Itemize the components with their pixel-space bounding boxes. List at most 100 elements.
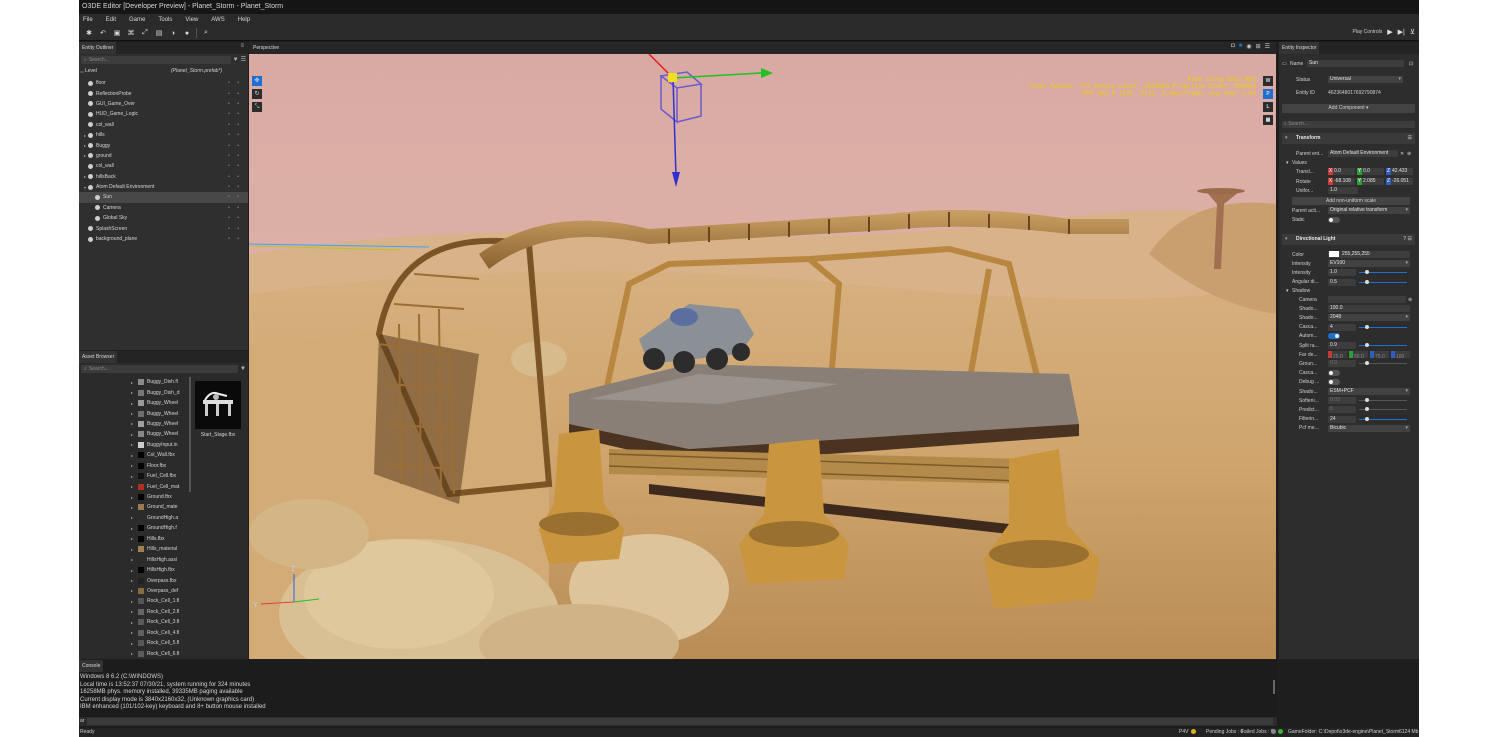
outliner-item[interactable]: ▸ Buggy • • <box>79 140 248 150</box>
expand-arrow-icon[interactable]: ▸ <box>131 474 138 479</box>
asset-item[interactable]: ▸ Hills.fbx <box>131 534 188 544</box>
transform-header[interactable]: ▾ Transform ☰ <box>1282 133 1415 144</box>
far-depth-field[interactable]: 50.0 <box>1349 351 1368 360</box>
expand-arrow-icon[interactable]: ▸ <box>131 401 138 406</box>
expand-arrow-icon[interactable]: ▸ <box>131 599 138 604</box>
visibility-lock-icons[interactable]: • • <box>228 163 242 169</box>
undo-icon[interactable]: ↶ <box>98 28 108 38</box>
uniform-scale-field[interactable]: 1.0 <box>1328 187 1358 194</box>
property-slider[interactable] <box>1359 324 1407 329</box>
property-value[interactable]: 0.03 <box>1328 397 1356 405</box>
asset-item[interactable]: ▸ Buggy_Wheel <box>131 408 188 418</box>
asset-item[interactable]: ▸ Rock_Cell_2.fl <box>131 607 188 617</box>
console-scrollbar[interactable] <box>1273 680 1275 694</box>
expand-arrow-icon[interactable]: ▸ <box>131 515 138 520</box>
outliner-item[interactable]: ▸ hills • • <box>79 130 248 140</box>
translate-x-field[interactable]: X 0.0 <box>1328 168 1355 175</box>
component-search-input[interactable]: ⌕ Search... <box>1282 121 1415 128</box>
asset-item[interactable]: ▸ Buggy_Dish.fl <box>131 377 188 387</box>
asset-item[interactable]: ▸ Buggy_Dish_d <box>131 387 188 397</box>
property-slider[interactable] <box>1359 416 1407 421</box>
parent-activation-select[interactable]: Original relative transform <box>1328 207 1410 214</box>
property-slider[interactable] <box>1359 343 1407 347</box>
rotate-tool-icon[interactable]: ↻ <box>252 89 262 99</box>
clear-icon[interactable]: ✕ <box>1400 151 1404 157</box>
outliner-item[interactable]: GUI_Game_Over • • <box>79 99 248 109</box>
menu-view[interactable]: View <box>185 17 198 23</box>
perspective-viewport[interactable]: Perspective ◘ ■ ◉ ⊞ ☰ Z X Y Atom using D… <box>249 42 1276 659</box>
rotate-y-field[interactable]: Y 2.085 <box>1357 178 1384 185</box>
property-slider[interactable] <box>1359 361 1407 366</box>
expand-arrow-icon[interactable]: ▸ <box>131 547 138 552</box>
property-value[interactable]: Bicubic <box>1328 424 1410 432</box>
asset-item[interactable]: ▸ Rock_Cell_5.fl <box>131 638 188 648</box>
source-control-icon[interactable] <box>1191 728 1196 737</box>
grid-icon[interactable]: ⊞ <box>1256 43 1261 50</box>
landscape-icon[interactable]: ▤ <box>154 28 164 38</box>
visibility-lock-icons[interactable]: • • <box>228 226 242 232</box>
color-swatch[interactable] <box>1329 251 1339 257</box>
property-value[interactable]: EV100 <box>1328 260 1410 268</box>
visibility-lock-icons[interactable]: • • <box>228 91 242 97</box>
name-input[interactable]: Sun <box>1307 60 1404 67</box>
visibility-lock-icons[interactable]: • • <box>228 143 242 149</box>
visibility-lock-icons[interactable]: • • <box>228 132 242 138</box>
expand-arrow-icon[interactable]: ▸ <box>131 620 138 625</box>
cart-icon[interactable]: ⊻ <box>1410 28 1415 36</box>
visibility-lock-icons[interactable]: • • <box>228 111 242 117</box>
eye-icon[interactable]: ◉ <box>1246 43 1251 50</box>
component-menu-icon[interactable]: ? ☰ <box>1403 234 1412 245</box>
visibility-lock-icons[interactable]: • • <box>228 184 242 190</box>
property-value[interactable]: 8 <box>1328 406 1356 414</box>
expand-arrow-icon[interactable]: ▸ <box>131 495 138 500</box>
rotate-x-field[interactable]: X -68.108 <box>1328 178 1355 185</box>
property-toggle[interactable] <box>1328 333 1340 340</box>
far-depth-field[interactable]: 100 <box>1391 351 1410 360</box>
asset-preview-thumbnail[interactable] <box>195 381 241 429</box>
expand-arrow-icon[interactable]: ▸ <box>131 421 138 426</box>
asset-item[interactable]: ▸ GroundHigh.a <box>131 513 188 523</box>
menu-file[interactable]: File <box>83 17 93 23</box>
expand-arrow-icon[interactable]: ▸ <box>131 557 138 562</box>
visibility-lock-icons[interactable]: • • <box>228 122 242 128</box>
visibility-lock-icons[interactable]: • • <box>228 80 242 86</box>
move-tool-icon[interactable]: ✥ <box>252 76 262 86</box>
menu-tools[interactable]: Tools <box>158 17 172 23</box>
property-value[interactable]: ESM+PCF <box>1328 388 1410 395</box>
expand-arrow-icon[interactable]: ▸ <box>131 588 138 593</box>
expand-arrow-icon[interactable]: ▸ <box>131 578 138 583</box>
expand-arrow-icon[interactable]: ▸ <box>131 536 138 541</box>
outliner-item[interactable]: floor • • <box>79 78 248 88</box>
asset-item[interactable]: ▸ Floor.fbx <box>131 461 188 471</box>
expand-arrow-icon[interactable]: ▸ <box>131 390 138 395</box>
rotate-z-field[interactable]: Z -26.051 <box>1386 178 1413 185</box>
asset-item[interactable]: ▸ Rock_Cell_1.fl <box>131 596 188 606</box>
menu-edit[interactable]: Edit <box>106 17 116 23</box>
asset-item[interactable]: ▸ Hills_material <box>131 544 188 554</box>
expand-arrow-icon[interactable]: ▸ <box>131 568 138 573</box>
property-slider[interactable] <box>1359 398 1407 403</box>
outliner-item[interactable]: ▸ ground • • <box>79 151 248 161</box>
play-icon[interactable]: ▶ <box>1387 28 1392 36</box>
asset-item[interactable]: ▸ Overpass.fbx <box>131 575 188 585</box>
asset-item[interactable]: ▸ Fuel_Cell_mat <box>131 481 188 491</box>
local-space-button[interactable]: L <box>1263 102 1273 112</box>
outliner-item[interactable]: ▾ Atom Default Environment • • <box>79 182 248 192</box>
world-space-button[interactable]: W <box>1263 76 1273 86</box>
asset-item[interactable]: ▸ GroundHigh.f <box>131 523 188 533</box>
expand-icon[interactable]: ▾ <box>1286 288 1289 294</box>
asset-item[interactable]: ▸ Buggy_Wheel <box>131 398 188 408</box>
asset-item[interactable]: ▸ Buggy_Wheel <box>131 429 188 439</box>
outliner-item[interactable]: SplashScreen • • <box>79 223 248 233</box>
console-command-field[interactable] <box>87 718 1273 725</box>
options-icon[interactable]: ☰ <box>1265 43 1270 50</box>
far-depth-field[interactable]: 25.0 <box>1328 351 1347 360</box>
component-menu-icon[interactable]: ☰ <box>1408 133 1412 144</box>
tab-entity-inspector[interactable]: Entity Inspector <box>1279 42 1320 54</box>
asset-item[interactable]: ▸ HillsHigh.assi <box>131 554 188 564</box>
asset-editor-icon[interactable]: ▣ <box>112 28 122 38</box>
console-input[interactable]: ar <box>79 717 1277 726</box>
translate-z-field[interactable]: Z 42.433 <box>1386 168 1413 175</box>
status-select[interactable]: Universal <box>1328 76 1403 83</box>
snap-icon[interactable]: ■ <box>1239 43 1243 50</box>
